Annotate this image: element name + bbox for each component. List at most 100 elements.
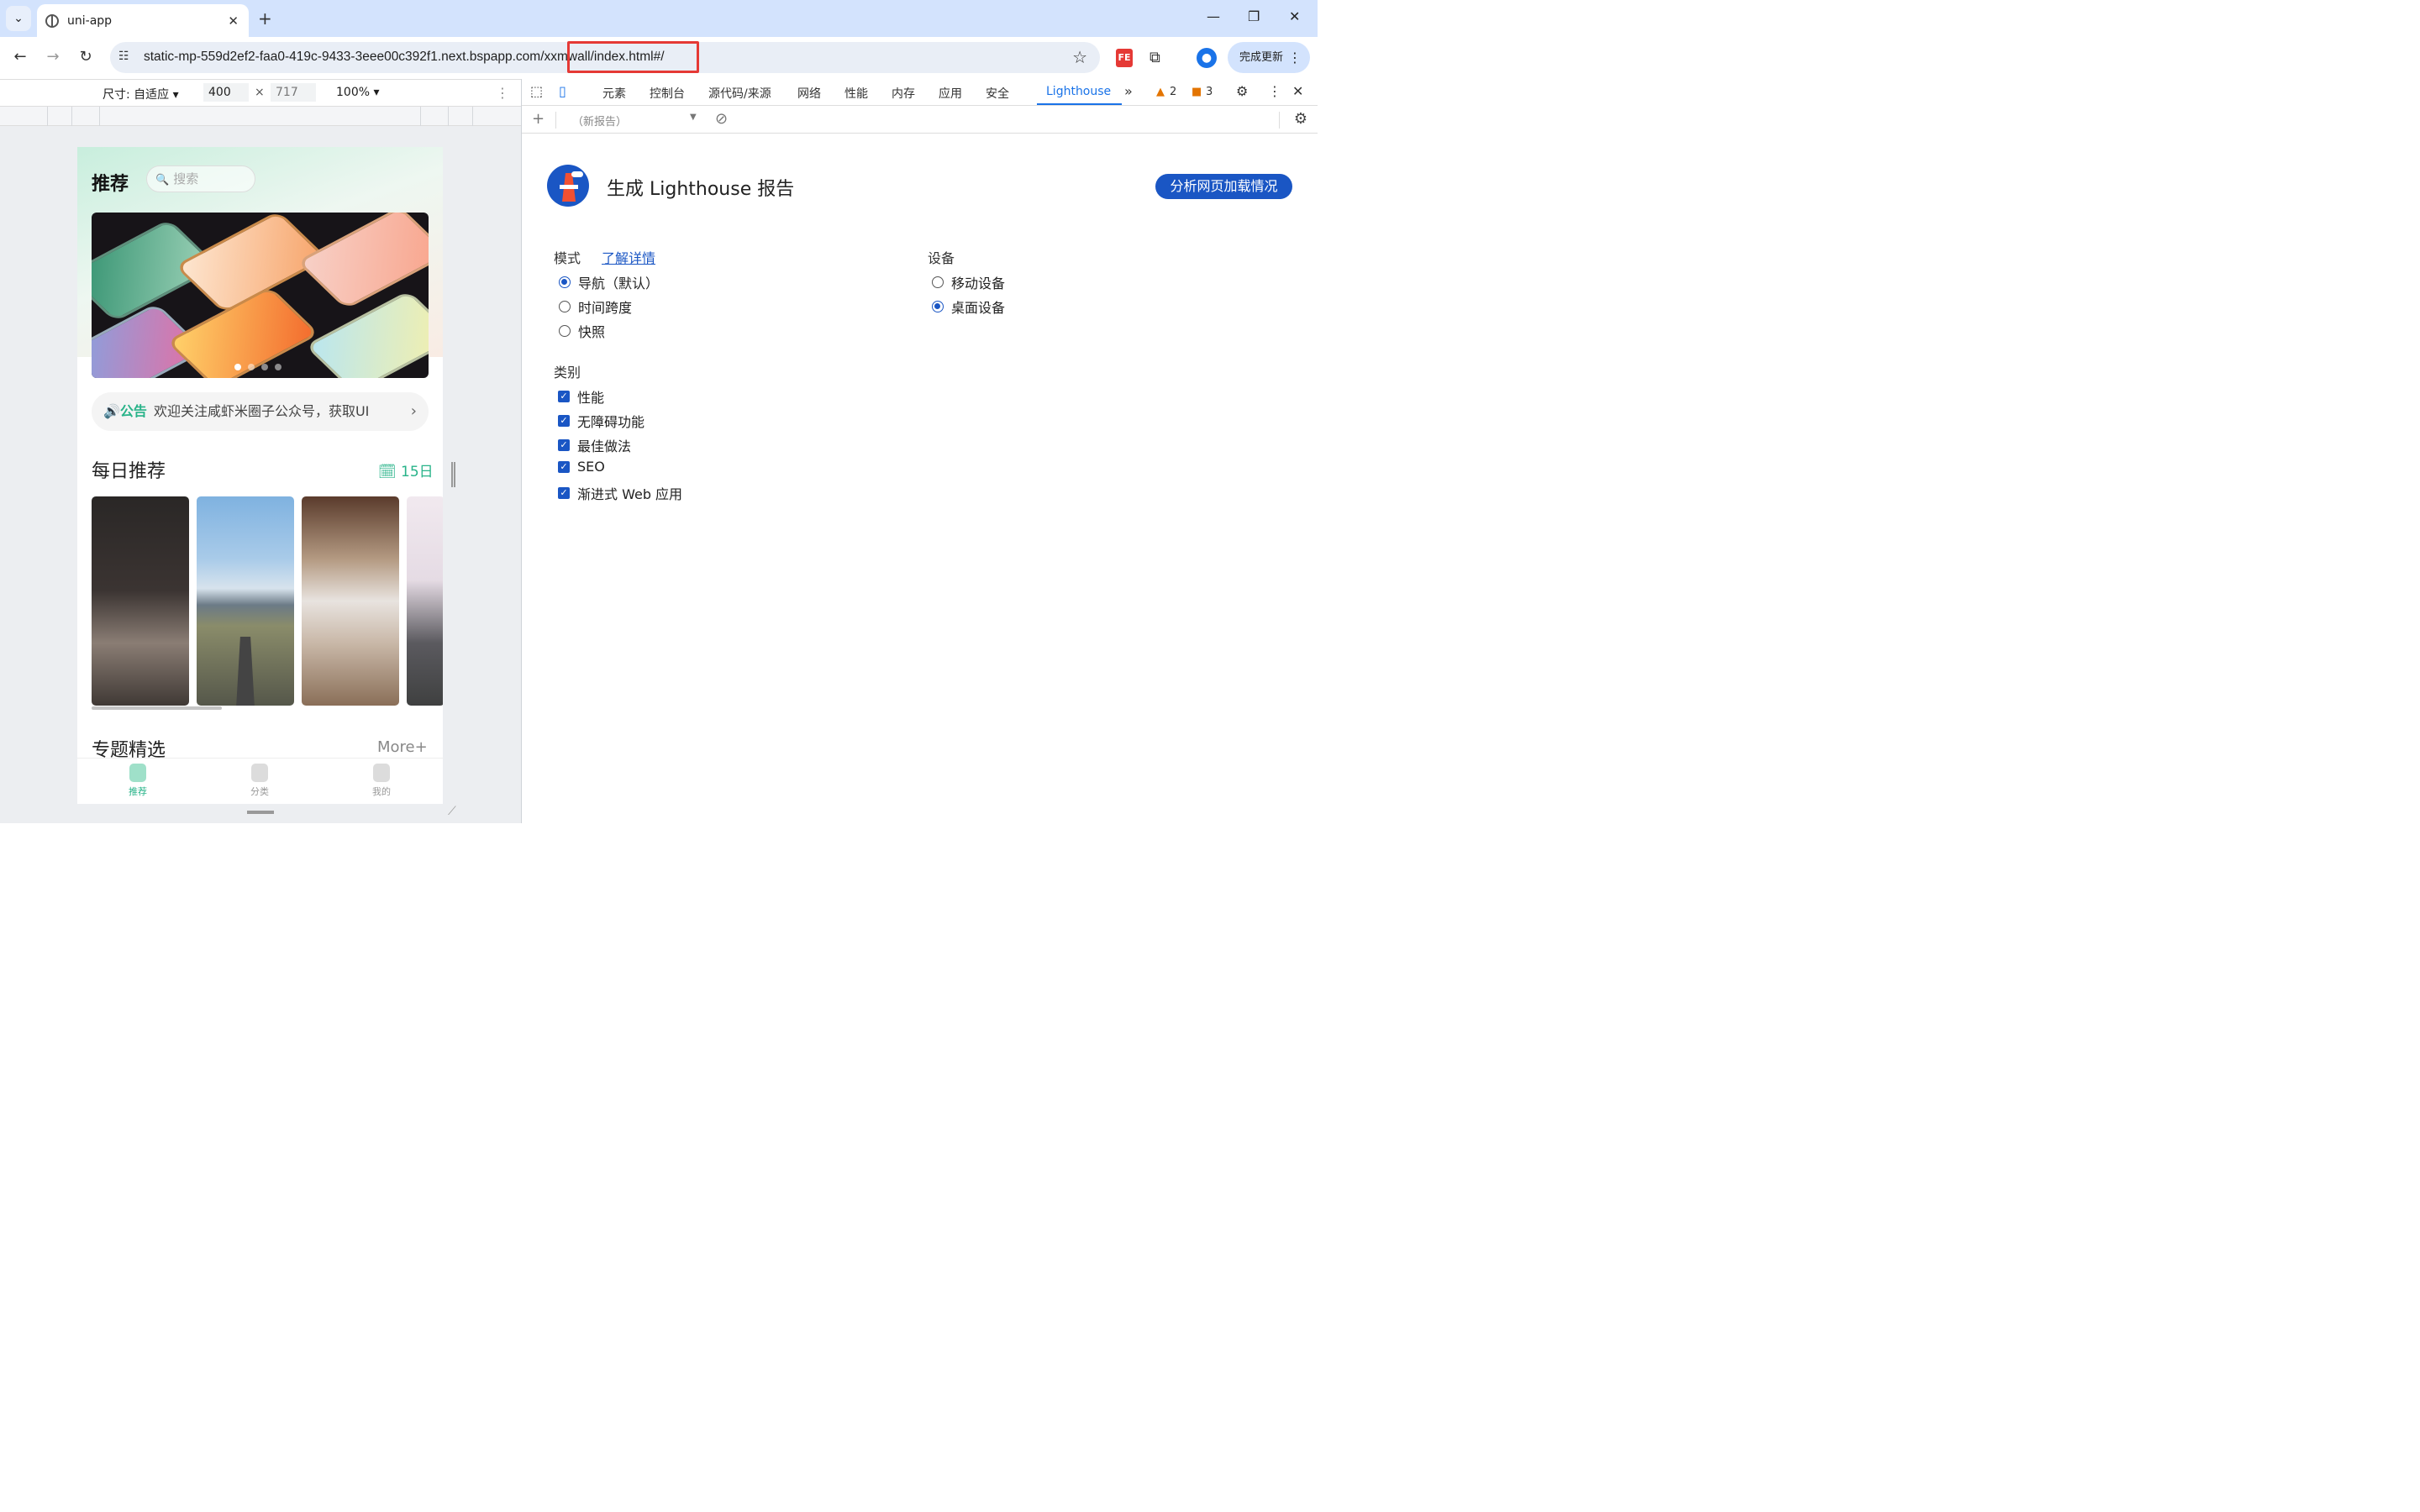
tab-search-button[interactable]: ⌄: [6, 6, 31, 31]
times-sign: ×: [255, 86, 265, 99]
update-button[interactable]: 完成更新 ⋮: [1228, 42, 1310, 73]
report-toolbar: + （新报告） ▼ ⊘ ⚙: [522, 107, 1318, 134]
minimize-icon[interactable]: —: [1207, 8, 1220, 24]
checkbox-checked-icon[interactable]: ✓: [558, 391, 570, 402]
close-window-icon[interactable]: ✕: [1289, 8, 1300, 24]
wallpaper-thumb[interactable]: [407, 496, 443, 706]
zoom-select[interactable]: 100% ▾: [336, 86, 380, 99]
category-seo[interactable]: ✓ SEO: [558, 459, 605, 475]
new-tab-button[interactable]: +: [258, 8, 272, 29]
issue-icon[interactable]: ■: [1192, 86, 1202, 98]
checkbox-checked-icon[interactable]: ✓: [558, 439, 570, 451]
warning-icon[interactable]: ▲: [1156, 86, 1165, 98]
close-tab-icon[interactable]: ✕: [228, 13, 239, 29]
width-input[interactable]: 400: [203, 83, 249, 102]
devtools-menu-icon[interactable]: ⋮: [1268, 83, 1281, 99]
tab-elements[interactable]: 元素: [602, 85, 626, 102]
tab-security[interactable]: 安全: [986, 85, 1009, 102]
radio-icon[interactable]: [932, 276, 944, 288]
mode-option-timespan[interactable]: 时间跨度: [559, 297, 632, 317]
device-toggle-icon[interactable]: ▯: [559, 83, 566, 99]
device-option-mobile[interactable]: 移动设备: [932, 272, 1005, 292]
tab-performance[interactable]: 性能: [844, 85, 868, 102]
browser-tab[interactable]: uni-app ✕: [37, 4, 249, 37]
daily-date-text: 15日: [401, 464, 434, 480]
url-host: static-mp-559d2ef2-faa0-419c-9433-3eee00…: [144, 50, 544, 64]
mode-option-navigation[interactable]: 导航（默认）: [559, 272, 659, 292]
category-performance[interactable]: ✓ 性能: [558, 386, 604, 407]
restore-icon[interactable]: ❐: [1248, 8, 1260, 24]
home-icon: [129, 764, 146, 782]
wallpaper-thumb[interactable]: [92, 496, 189, 706]
tab-network[interactable]: 网络: [797, 85, 821, 102]
mode-option-snapshot[interactable]: 快照: [559, 321, 605, 341]
bottom-resize-handle[interactable]: [247, 811, 274, 814]
banner-carousel[interactable]: [92, 213, 429, 378]
extensions-puzzle-icon[interactable]: ⧉: [1150, 49, 1160, 67]
viewport-resize-handle[interactable]: [451, 462, 455, 487]
dimensions-select[interactable]: 尺寸: 自适应 ▾: [103, 86, 179, 102]
category-accessibility[interactable]: ✓ 无障碍功能: [558, 411, 644, 431]
inspect-element-icon[interactable]: ⬚: [530, 83, 543, 99]
reload-icon[interactable]: ↻: [76, 48, 96, 66]
radio-icon[interactable]: [559, 301, 571, 312]
chevron-right-icon: ›: [403, 392, 417, 431]
tab-category[interactable]: 分类: [234, 764, 285, 798]
bookmark-star-icon[interactable]: ☆: [1072, 47, 1087, 67]
report-select[interactable]: （新报告）: [572, 113, 627, 129]
learn-more-link[interactable]: 了解详情: [602, 247, 655, 267]
wallpaper-thumb[interactable]: [302, 496, 399, 706]
tab-memory[interactable]: 内存: [892, 85, 915, 102]
mobile-app-preview: 推荐 🔍 搜索 🔊公告 欢迎关注咸虾米圈子公众号，获取UI › 每日推荐 🗓 15日…: [77, 147, 443, 804]
category-pwa[interactable]: ✓ 渐进式 Web 应用: [558, 483, 682, 503]
close-devtools-icon[interactable]: ✕: [1292, 83, 1303, 99]
device-option-desktop[interactable]: 桌面设备: [932, 297, 1005, 317]
category-option-label: 无障碍功能: [577, 414, 645, 430]
warning-count[interactable]: 2: [1170, 86, 1176, 98]
app-search-input[interactable]: 🔍 搜索: [146, 165, 255, 192]
tab-sources[interactable]: 源代码/来源: [708, 85, 771, 102]
profile-avatar-icon[interactable]: ●: [1197, 48, 1217, 68]
category-best-practices[interactable]: ✓ 最佳做法: [558, 435, 631, 455]
clear-icon[interactable]: ⊘: [715, 110, 728, 128]
update-label: 完成更新: [1239, 51, 1284, 64]
tab-recommend[interactable]: 推荐: [113, 764, 163, 798]
radio-checked-icon[interactable]: [559, 276, 571, 288]
tab-console[interactable]: 控制台: [650, 85, 685, 102]
mode-option-label: 时间跨度: [578, 300, 633, 316]
issue-count[interactable]: 3: [1206, 86, 1213, 98]
checkbox-checked-icon[interactable]: ✓: [558, 415, 570, 427]
more-tabs-icon[interactable]: »: [1124, 83, 1133, 99]
analyze-button[interactable]: 分析网页加载情况: [1155, 174, 1292, 199]
wallpaper-thumb[interactable]: [197, 496, 294, 706]
category-option-label: 渐进式 Web 应用: [577, 486, 683, 502]
height-input[interactable]: 717: [271, 83, 316, 102]
forward-icon[interactable]: →: [43, 48, 63, 66]
extension-fe-icon[interactable]: FE: [1116, 49, 1133, 67]
mode-label: 模式: [554, 250, 581, 266]
more-options-icon[interactable]: ⋮: [496, 85, 509, 101]
site-info-icon[interactable]: ☷: [118, 50, 129, 63]
radio-icon[interactable]: [559, 325, 571, 337]
more-link[interactable]: More+: [377, 738, 428, 756]
mode-option-label: 快照: [578, 324, 606, 340]
radio-checked-icon[interactable]: [932, 301, 944, 312]
panel-divider[interactable]: [521, 79, 522, 823]
checkbox-checked-icon[interactable]: ✓: [558, 487, 570, 499]
horizontal-scrollbar[interactable]: [92, 706, 222, 710]
lighthouse-settings-icon[interactable]: ⚙: [1294, 110, 1307, 128]
devtools-tabbar: ⬚ ▯ 元素 控制台 源代码/来源 网络 性能 内存 应用 安全 Lightho…: [522, 79, 1318, 106]
tab-label: 推荐: [129, 786, 147, 797]
notice-bar[interactable]: 🔊公告 欢迎关注咸虾米圈子公众号，获取UI ›: [92, 392, 429, 431]
new-report-icon[interactable]: +: [532, 110, 544, 128]
tab-mine[interactable]: 我的: [356, 764, 407, 798]
checkbox-checked-icon[interactable]: ✓: [558, 460, 570, 473]
dropdown-caret-icon[interactable]: ▼: [690, 113, 697, 122]
corner-resize-icon[interactable]: ⟋: [448, 805, 456, 818]
menu-dots-icon[interactable]: ⋮: [1288, 42, 1302, 73]
settings-gear-icon[interactable]: ⚙: [1236, 83, 1248, 99]
tab-application[interactable]: 应用: [939, 85, 962, 102]
back-icon[interactable]: ←: [10, 48, 30, 66]
tab-lighthouse[interactable]: Lighthouse: [1046, 85, 1111, 98]
media-query-ruler[interactable]: [0, 106, 521, 127]
